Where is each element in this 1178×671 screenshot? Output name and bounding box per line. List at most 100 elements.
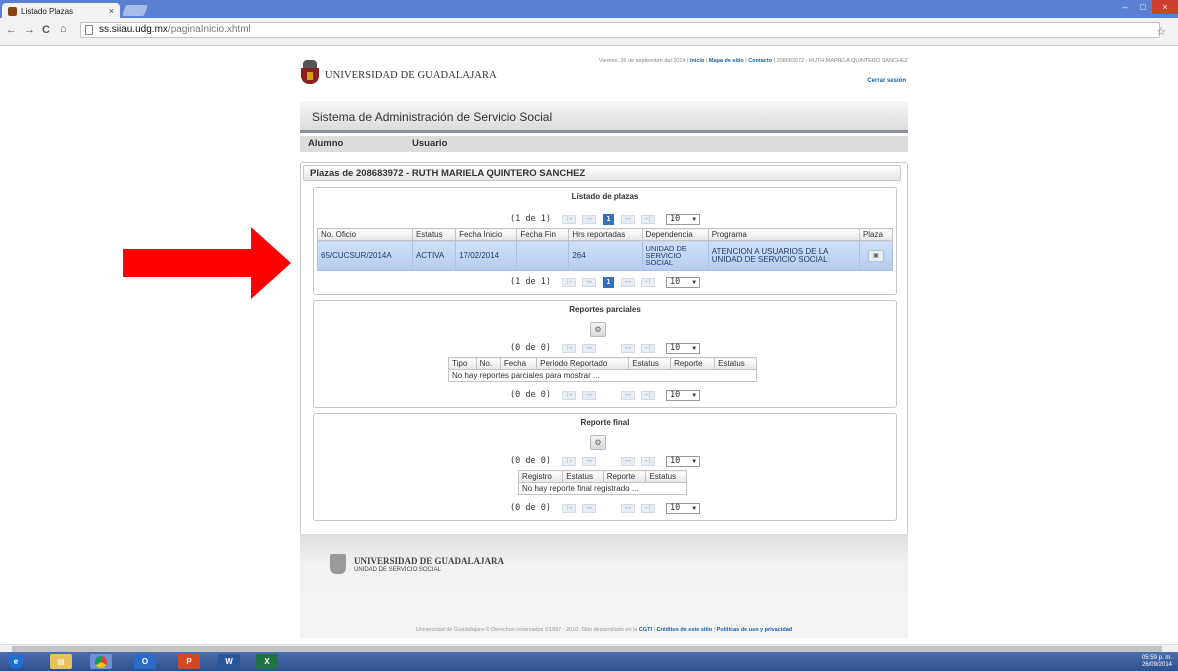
link-contacto[interactable]: Contacto (748, 58, 772, 64)
powerpoint-icon[interactable]: P (178, 654, 200, 669)
crest-icon (300, 60, 320, 90)
minimize-icon[interactable]: – (1116, 0, 1134, 14)
column-header[interactable]: Periodo Reportado (536, 357, 630, 370)
column-header[interactable]: Programa (707, 228, 860, 241)
rows-per-page-select[interactable]: 10 ▼ (665, 389, 700, 401)
rows-per-page-select[interactable]: 10 ▼ (665, 455, 700, 467)
link-mapa-sitio[interactable]: Mapa de sitio (709, 58, 744, 64)
bookmark-star-icon[interactable]: ☆ (1156, 25, 1166, 38)
link-creditos[interactable]: Créditos de este sitio (657, 627, 713, 633)
page-number-button[interactable]: 1 (602, 276, 614, 288)
reload-icon[interactable]: C (42, 24, 50, 36)
logout-link[interactable]: Cerrar sesión (867, 78, 906, 84)
next-page-button[interactable]: ▸▸ (620, 343, 635, 353)
next-page-button[interactable]: ▸▸ (620, 277, 635, 287)
column-header[interactable]: Fecha Inicio (455, 228, 518, 241)
menu-item-usuario[interactable]: Usuario (412, 138, 447, 149)
column-header[interactable]: Estatus (645, 470, 687, 483)
menu-item-alumno[interactable]: Alumno (308, 138, 343, 149)
last-page-button[interactable]: ▸| (640, 503, 655, 513)
column-header[interactable]: Hrs reportadas (568, 228, 643, 241)
prev-page-button[interactable]: ◂◂ (581, 503, 596, 513)
browser-tab[interactable]: Listado Plazas × (2, 3, 120, 19)
add-reporte-parcial-icon[interactable]: ⚙ (590, 322, 606, 337)
table-row: No hay reportes parciales para mostrar .… (448, 369, 757, 382)
link-politicas[interactable]: Políticas de uso y privacidad (717, 627, 793, 633)
column-header[interactable]: Registro (517, 470, 564, 483)
column-header[interactable]: Reporte (602, 470, 647, 483)
page-number-button[interactable]: 1 (602, 213, 614, 225)
last-page-button[interactable]: ▸| (640, 343, 655, 353)
prev-page-button[interactable]: ◂◂ (581, 277, 596, 287)
rows-per-page-select[interactable]: 10 ▼ (665, 213, 700, 225)
column-header[interactable]: Plaza (858, 228, 894, 241)
first-page-button[interactable]: |◂ (561, 214, 576, 224)
next-page-button[interactable]: ▸▸ (620, 456, 635, 466)
first-page-button[interactable]: |◂ (561, 277, 576, 287)
rows-per-page-select[interactable]: 10 ▼ (665, 502, 700, 514)
first-page-button[interactable]: |◂ (561, 503, 576, 513)
next-page-button[interactable]: ▸▸ (620, 503, 635, 513)
date-text: Viernes, 26 de septiembre del 2014 (598, 58, 686, 64)
excel-icon[interactable]: X (256, 654, 278, 669)
home-icon[interactable]: ⌂ (60, 23, 67, 35)
rows-per-page-select[interactable]: 10 ▼ (665, 342, 700, 354)
column-header[interactable]: No. Oficio (317, 228, 413, 241)
last-page-button[interactable]: ▸| (640, 277, 655, 287)
horizontal-scrollbar[interactable] (0, 644, 1178, 652)
column-header[interactable]: Fecha (499, 357, 538, 370)
plazas-paginator-top: (1 de 1) |◂ ◂◂ 1 ▸▸ ▸| 10 ▼ (314, 213, 896, 225)
maximize-icon[interactable]: □ (1134, 0, 1152, 14)
column-header[interactable]: Estatus (714, 357, 757, 370)
new-tab-button[interactable] (121, 5, 149, 16)
last-page-button[interactable]: ▸| (640, 390, 655, 400)
internet-explorer-icon[interactable]: e (8, 654, 24, 669)
word-icon[interactable]: W (218, 654, 240, 669)
final-table: Registro Estatus Reporte Estatus No hay … (517, 470, 687, 495)
prev-page-button[interactable]: ◂◂ (581, 456, 596, 466)
column-header[interactable]: Fecha Fin (516, 228, 570, 241)
university-logo[interactable]: UNIVERSIDAD DE GUADALAJARA (300, 60, 497, 90)
footer-unit: UNIDAD DE SERVICIO SOCIAL (354, 566, 441, 573)
prev-page-button[interactable]: ◂◂ (581, 390, 596, 400)
first-page-button[interactable]: |◂ (561, 343, 576, 353)
column-header[interactable]: Tipo (448, 357, 477, 370)
link-inicio[interactable]: Inicio (690, 58, 704, 64)
column-header[interactable]: Reporte (670, 357, 716, 370)
file-explorer-icon[interactable]: ▤ (50, 654, 72, 669)
forward-icon[interactable]: → (24, 24, 35, 36)
system-tray-clock[interactable]: 05:59 p. m. 26/09/2014 (1142, 655, 1172, 669)
rows-per-page-select[interactable]: 10 ▼ (665, 276, 700, 288)
separator: | (773, 58, 776, 64)
tab-close-icon[interactable]: × (109, 6, 114, 16)
view-plaza-icon[interactable]: ▣ (867, 249, 884, 262)
chevron-down-icon: ▼ (692, 278, 696, 286)
link-cgti[interactable]: CGTI (639, 627, 652, 633)
prev-page-button[interactable]: ◂◂ (581, 214, 596, 224)
first-page-button[interactable]: |◂ (561, 390, 576, 400)
table-row[interactable]: 65/CUCSUR/2014A ACTIVA 17/02/2014 264 UN… (317, 240, 894, 271)
user-id: 208683972 - RUTH MARIELA QUINTERO SANCHE… (776, 58, 908, 64)
chevron-down-icon: ▼ (692, 504, 696, 512)
next-page-button[interactable]: ▸▸ (620, 214, 635, 224)
empty-message: No hay reportes parciales para mostrar .… (448, 369, 757, 382)
column-header[interactable]: Estatus (411, 228, 457, 241)
chrome-icon[interactable] (90, 654, 112, 669)
main-menu: Alumno Usuario (300, 136, 908, 152)
last-page-button[interactable]: ▸| (640, 214, 655, 224)
last-page-button[interactable]: ▸| (640, 456, 655, 466)
window-close-icon[interactable]: × (1152, 0, 1178, 14)
column-header[interactable]: Estatus (562, 470, 604, 483)
footer-logo[interactable]: UNIVERSIDAD DE GUADALAJARA UNIDAD DE SER… (330, 554, 504, 574)
prev-page-button[interactable]: ◂◂ (581, 343, 596, 353)
add-reporte-final-icon[interactable]: ⚙ (590, 435, 606, 450)
address-bar[interactable]: ss.siiau.udg.mx/paginaInicio.xhtml (80, 22, 1160, 38)
column-header[interactable]: No. (475, 357, 501, 370)
chevron-down-icon: ▼ (692, 344, 696, 352)
column-header[interactable]: Dependencia (641, 228, 709, 241)
first-page-button[interactable]: |◂ (561, 456, 576, 466)
next-page-button[interactable]: ▸▸ (620, 390, 635, 400)
outlook-icon[interactable]: O (134, 654, 156, 669)
back-icon[interactable]: ← (6, 24, 17, 36)
column-header[interactable]: Estatus (628, 357, 672, 370)
